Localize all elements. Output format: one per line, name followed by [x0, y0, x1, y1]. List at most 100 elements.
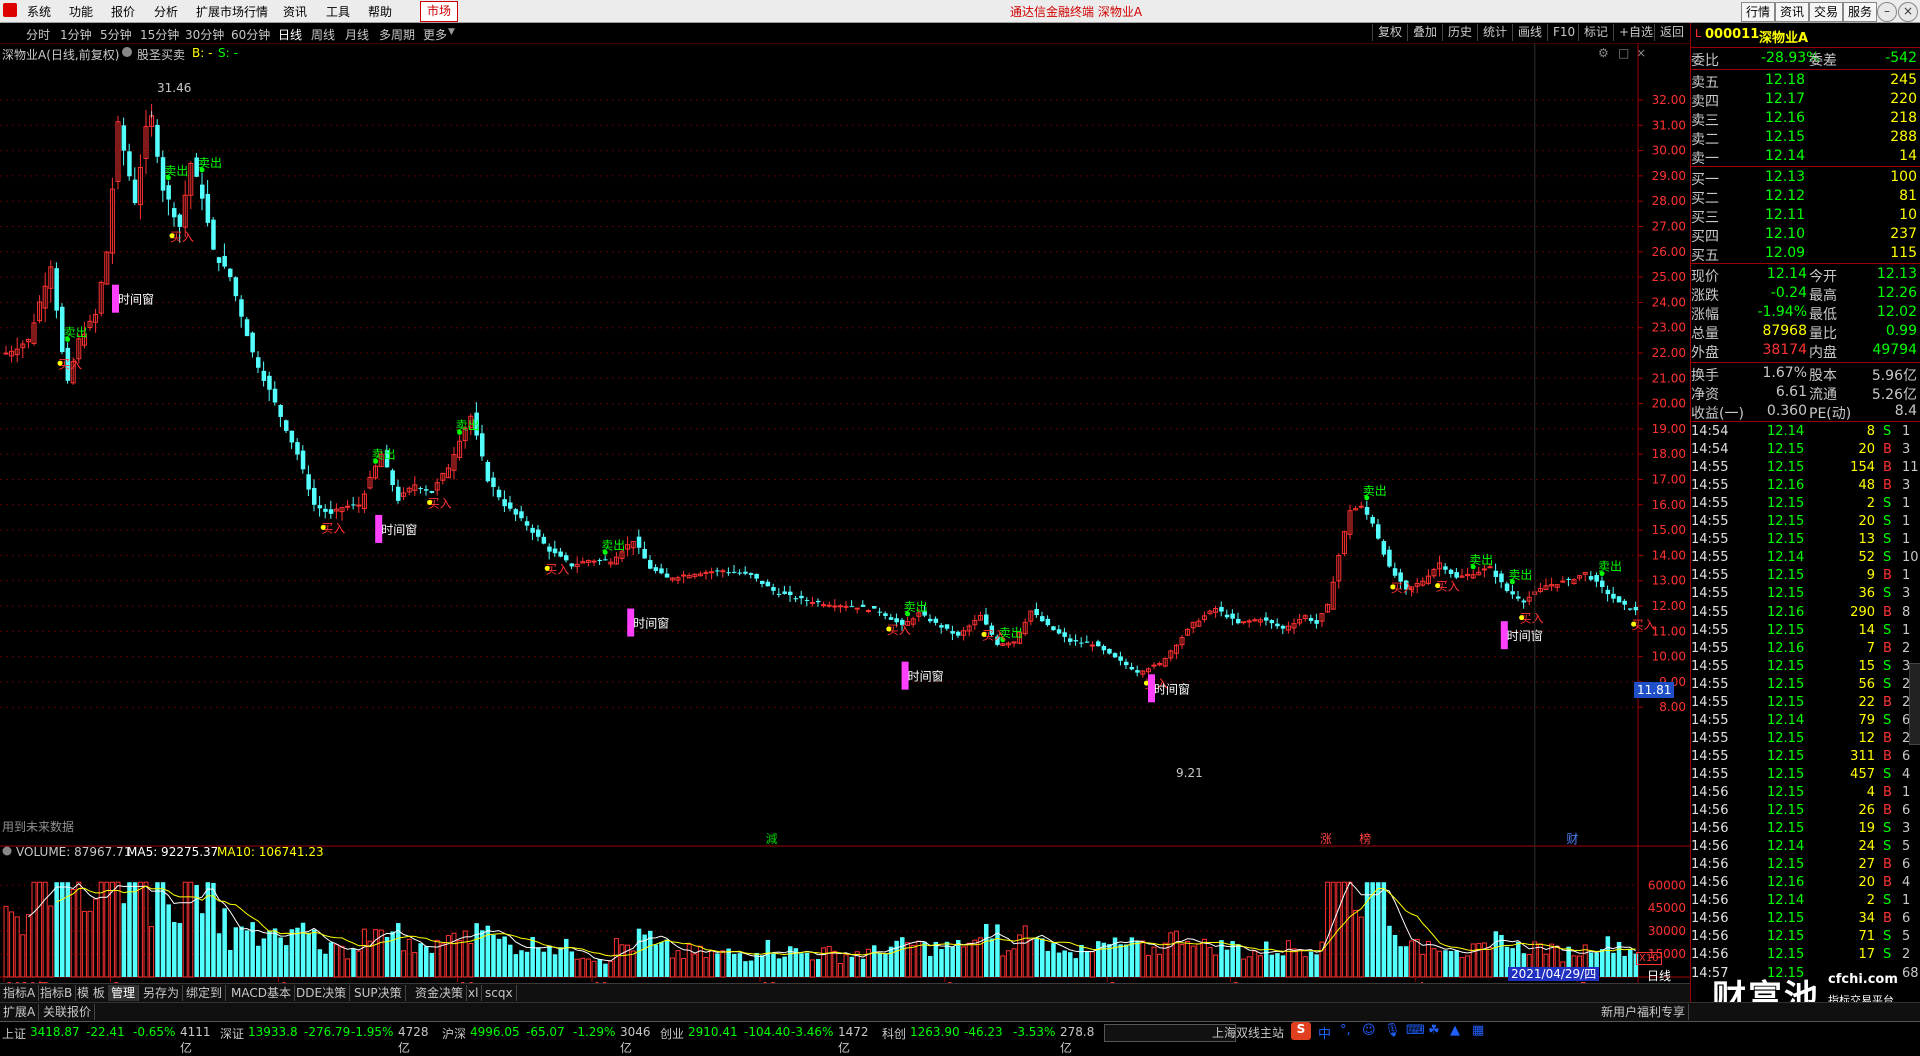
- ime-grid-icon[interactable]: ▦: [1472, 1023, 1484, 1038]
- index-pct: -0.65%: [133, 1025, 175, 1039]
- price-tick-label: 20.00: [1652, 397, 1686, 411]
- index-ticker[interactable]: 沪深4996.05-65.07-1.29%3046亿: [440, 1022, 655, 1043]
- new-user-promo[interactable]: 新用户福利专享: [1598, 1004, 1689, 1020]
- index-ticker[interactable]: 深证13933.8-276.79-1.95%4728亿: [218, 1022, 433, 1043]
- chevron-down-icon[interactable]: ▼: [448, 27, 455, 37]
- indicator-tab[interactable]: 模 板: [74, 985, 109, 1001]
- period-more[interactable]: 更多: [423, 26, 447, 43]
- ask-price: 12.15: [1765, 129, 1805, 145]
- back-button[interactable]: 返回: [1654, 24, 1689, 41]
- period-60min[interactable]: 60分钟: [231, 26, 270, 43]
- trade-side: B: [1883, 460, 1892, 475]
- minimize-icon[interactable]: –: [1877, 2, 1897, 22]
- period-monthly[interactable]: 月线: [345, 26, 369, 43]
- trade-side: B: [1883, 478, 1892, 493]
- add-watchlist-button[interactable]: +自选: [1613, 24, 1658, 41]
- volume-bar: [917, 941, 921, 977]
- volume-bar: [939, 949, 944, 977]
- ime-keyboard-icon[interactable]: ⌨: [1406, 1023, 1425, 1038]
- index-ticker[interactable]: 上证3418.87-22.41-0.65%4111亿: [0, 1022, 215, 1043]
- period-1min[interactable]: 1分钟: [60, 26, 92, 43]
- volume-bar: [178, 923, 183, 977]
- indicator-tab[interactable]: xl: [465, 985, 482, 1001]
- stats-button[interactable]: 统计: [1477, 24, 1512, 41]
- menu-quote[interactable]: 报价: [111, 3, 135, 20]
- trades-scrollbar[interactable]: [1909, 663, 1920, 745]
- bid-row[interactable]: 买三12.1110: [1691, 207, 1920, 225]
- history-button[interactable]: 历史: [1442, 24, 1477, 41]
- indicator-tab[interactable]: 资金决策: [412, 985, 467, 1001]
- trade-price: 12.16: [1767, 875, 1804, 890]
- ask-row[interactable]: 卖五12.18245: [1691, 72, 1920, 90]
- candle-body: [295, 442, 300, 454]
- indicator-tab[interactable]: scqx: [482, 985, 517, 1001]
- ime-mic-icon[interactable]: 🎙: [1384, 1023, 1401, 1038]
- ime-logo-icon[interactable]: S: [1291, 1022, 1311, 1040]
- indicator-tab[interactable]: DDE决策: [293, 985, 350, 1001]
- trade-price: 12.15: [1767, 442, 1804, 457]
- indicator-tab[interactable]: 绑定到: [183, 985, 226, 1001]
- tab-ext-a[interactable]: 扩展A: [0, 1004, 39, 1020]
- info-mode-button[interactable]: 资讯: [1775, 2, 1809, 22]
- bid-row[interactable]: 买一12.13100: [1691, 169, 1920, 187]
- trade-time: 14:56: [1691, 785, 1728, 800]
- ime-skin-icon[interactable]: ☘: [1428, 1023, 1440, 1038]
- trade-mode-button[interactable]: 交易: [1809, 2, 1843, 22]
- ime-shirt-icon[interactable]: ▲: [1450, 1023, 1460, 1038]
- menu-help[interactable]: 帮助: [368, 3, 392, 20]
- indicator-tab[interactable]: SUP决策: [351, 985, 406, 1001]
- bid-row[interactable]: 买四12.10237: [1691, 226, 1920, 244]
- ime-emoji-icon[interactable]: ☺: [1362, 1023, 1376, 1038]
- trade-price: 12.15: [1767, 532, 1804, 547]
- buy-signal-dot: [886, 627, 891, 632]
- menu-ext-market[interactable]: 扩展市场行情: [196, 3, 268, 20]
- ask-row[interactable]: 卖二12.15288: [1691, 129, 1920, 147]
- ask-row[interactable]: 卖四12.17220: [1691, 91, 1920, 109]
- indicator-tab[interactable]: MACD基本: [228, 985, 295, 1001]
- close-icon[interactable]: ×: [1898, 2, 1918, 22]
- indicator-tab[interactable]: 管理: [108, 985, 139, 1001]
- volume-bar: [1062, 950, 1067, 977]
- period-30min[interactable]: 30分钟: [185, 26, 224, 43]
- period-daily[interactable]: 日线: [278, 26, 302, 43]
- sell-signal-dot: [1510, 579, 1515, 584]
- market-button[interactable]: 市场: [420, 1, 458, 22]
- index-ticker[interactable]: 科创1263.90-46.23-3.53%278.8亿: [880, 1022, 1095, 1043]
- menu-system[interactable]: 系统: [27, 3, 51, 20]
- period-intraday[interactable]: 分时: [26, 26, 50, 43]
- indicator-tab[interactable]: 另存为: [140, 985, 183, 1001]
- draw-line-button[interactable]: 画线: [1512, 24, 1547, 41]
- ask-row[interactable]: 卖三12.16218: [1691, 110, 1920, 128]
- period-weekly[interactable]: 周线: [311, 26, 335, 43]
- candle-body: [648, 560, 653, 569]
- mark-button[interactable]: 标记: [1578, 24, 1613, 41]
- service-mode-button[interactable]: 服务: [1843, 2, 1877, 22]
- period-multi[interactable]: 多周期: [379, 26, 415, 43]
- ime-punct-icon[interactable]: °,: [1340, 1023, 1351, 1038]
- menu-analysis[interactable]: 分析: [154, 3, 178, 20]
- price-tick-label: 14.00: [1652, 548, 1686, 562]
- volume-bar: [1264, 942, 1269, 977]
- menu-function[interactable]: 功能: [69, 3, 93, 20]
- overlay-button[interactable]: 叠加: [1407, 24, 1442, 41]
- indicator-tab[interactable]: 指标A: [0, 985, 39, 1001]
- kline-chart[interactable]: 32.0031.0030.0029.0028.0027.0026.0025.00…: [0, 43, 1690, 983]
- period-15min[interactable]: 15分钟: [140, 26, 179, 43]
- candle-body: [592, 561, 596, 562]
- period-5min[interactable]: 5分钟: [100, 26, 132, 43]
- bid-row[interactable]: 买五12.09115: [1691, 245, 1920, 263]
- stat-row: 收益(一)0.360PE(动)8.4: [1691, 403, 1920, 421]
- trade-price: 12.14: [1767, 893, 1804, 908]
- menu-info[interactable]: 资讯: [283, 3, 307, 20]
- bid-row[interactable]: 买二12.1281: [1691, 188, 1920, 206]
- tab-related-quote[interactable]: 关联报价: [40, 1004, 95, 1020]
- index-ticker[interactable]: 创业2910.41-104.40-3.46%1472亿: [658, 1022, 873, 1043]
- f10-button[interactable]: F10: [1547, 24, 1580, 41]
- indicator-tab[interactable]: 指标B: [37, 985, 76, 1001]
- quote-mode-button[interactable]: 行情: [1741, 2, 1775, 22]
- ime-chinese-icon[interactable]: 中: [1318, 1023, 1331, 1042]
- adjust-button[interactable]: 复权: [1372, 24, 1407, 41]
- ask-row[interactable]: 卖一12.1414: [1691, 148, 1920, 166]
- volume-panel-icon[interactable]: [2, 845, 12, 855]
- menu-tools[interactable]: 工具: [326, 3, 350, 20]
